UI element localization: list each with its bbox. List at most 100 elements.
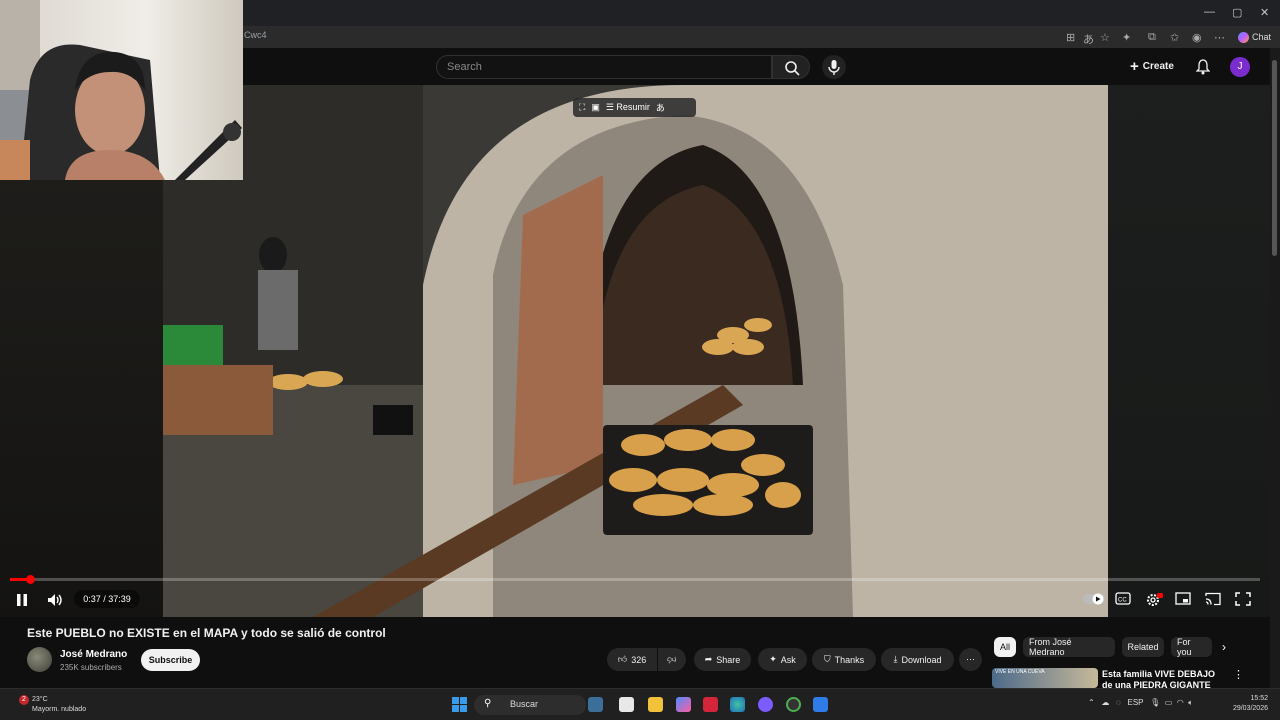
more-icon[interactable]: ⋯ (1214, 31, 1225, 44)
weather-widget[interactable]: 23°C Mayorm. nublado (32, 695, 86, 715)
mic-tray-icon: 🎙︎ (1150, 698, 1161, 707)
voice-search-button[interactable] (822, 55, 846, 79)
messenger-icon[interactable] (758, 697, 773, 712)
close-icon[interactable]: ✕ (1260, 6, 1269, 19)
chevron-right-icon[interactable]: › (1222, 640, 1226, 654)
channel-name[interactable]: José Medrano (60, 649, 127, 660)
translate-icon[interactable]: あ (656, 101, 665, 114)
settings-button[interactable] (1145, 592, 1163, 608)
video-frame[interactable] (163, 85, 1108, 617)
miniplayer-button[interactable] (1175, 592, 1191, 606)
captions-button[interactable]: CC (1115, 592, 1131, 606)
fullscreen-button[interactable] (1235, 592, 1251, 606)
volume-icon (48, 594, 62, 606)
search-button[interactable] (772, 55, 810, 79)
wps-icon[interactable] (703, 697, 718, 712)
start-button[interactable] (452, 697, 467, 712)
download-label: Download (901, 654, 942, 665)
more-icon: ⋯ (966, 654, 975, 664)
ask-button[interactable]: ✦ Ask (758, 648, 807, 671)
like-button[interactable]: 👍︎ 326 (607, 648, 657, 671)
progress-scrubber[interactable] (26, 575, 35, 584)
volume-button[interactable] (46, 592, 64, 608)
file-explorer-icon[interactable] (648, 697, 663, 712)
thanks-button[interactable]: ⛉ Thanks (812, 648, 876, 671)
share-button[interactable]: ➦ Share (694, 648, 751, 671)
chip-from-channel[interactable]: From José Medrano (1023, 637, 1115, 657)
miniplayer-icon (1175, 592, 1191, 605)
autoplay-toggle[interactable] (1083, 593, 1105, 605)
summarize-label: Resumir (616, 102, 650, 112)
chip-for-you[interactable]: For you (1171, 637, 1212, 657)
chrome-icon[interactable] (786, 697, 801, 712)
minimize-icon[interactable]: — (1204, 6, 1215, 18)
account-avatar[interactable]: J (1230, 57, 1250, 77)
thumbs-down-icon: 👍︎ (667, 655, 677, 665)
recommendation-more-icon[interactable]: ⋮ (1233, 668, 1244, 681)
scrollbar-thumb[interactable] (1272, 60, 1277, 256)
webcam-scene (0, 0, 242, 180)
player-overlay-toolbar: ⛶ ▣ ☰ Resumir あ (573, 98, 696, 117)
summarize-button[interactable]: ☰ Resumir (606, 102, 650, 113)
edge-icon[interactable] (730, 697, 745, 712)
time-display: 0:37 / 37:39 (74, 590, 140, 608)
extensions-icon[interactable]: ✦ (1122, 31, 1131, 44)
star-icon[interactable]: ☆ (1100, 31, 1110, 44)
system-tray[interactable]: ⌃ ☁ ◌ ESP 🎙︎ ▭ ◠ 🔈︎ (1088, 698, 1193, 708)
search-input[interactable]: Search (436, 55, 772, 79)
fullscreen-icon (1235, 592, 1251, 606)
onedrive-icon: ☁ (1101, 698, 1110, 707)
split-screen-icon[interactable]: ⧉ (1148, 31, 1156, 44)
app-icon[interactable] (813, 697, 828, 712)
notifications-button[interactable] (1196, 59, 1210, 75)
capture-icon[interactable]: ▣ (591, 102, 600, 113)
subscribe-button[interactable]: Subscribe (141, 649, 200, 671)
microphone-icon (828, 60, 840, 75)
cast-icon (1205, 592, 1221, 606)
share-label: Share (716, 654, 741, 665)
thumbnail-text: VIVE EN UNA CUEVA (995, 669, 1045, 675)
create-button[interactable]: + Create (1130, 58, 1174, 75)
progress-bar[interactable] (10, 578, 1260, 581)
weather-desc: Mayorm. nublado (32, 706, 87, 713)
search-highlight-icon[interactable] (588, 697, 603, 712)
streamer-webcam (0, 0, 243, 180)
taskbar-search-icon: ⚲ (484, 698, 492, 709)
url-text[interactable]: Cwc4 (244, 30, 267, 40)
create-label: Create (1142, 61, 1174, 72)
pause-button[interactable] (14, 592, 30, 608)
subscriber-count: 235K subscribers (60, 663, 122, 672)
clock[interactable]: 15:52 29/03/2026 (1228, 694, 1268, 714)
recommendation-thumbnail[interactable]: VIVE EN UNA CUEVA (992, 668, 1098, 688)
gear-icon (1147, 593, 1163, 606)
thanks-label: Thanks (834, 654, 865, 665)
apps-icon[interactable]: ⊞ (1066, 31, 1075, 44)
more-actions-button[interactable]: ⋯ (959, 648, 982, 671)
captions-icon: CC (1115, 592, 1131, 605)
maximize-icon[interactable]: ▢ (1232, 6, 1242, 19)
profile-icon[interactable]: ◉ (1192, 31, 1202, 44)
chip-related[interactable]: Related (1122, 637, 1164, 657)
bread-oven-scene (163, 85, 1108, 617)
plus-icon: + (1130, 58, 1139, 75)
dislike-button[interactable]: 👍︎ (658, 648, 686, 671)
thanks-icon: ⛉ (823, 654, 831, 664)
copilot-chat-button[interactable]: Chat (1236, 29, 1276, 45)
channel-avatar[interactable] (27, 647, 52, 672)
language-indicator: ESP (1127, 698, 1144, 707)
translate-icon[interactable]: あ (1083, 31, 1094, 47)
wifi-icon: ◠ (1176, 698, 1184, 707)
download-button[interactable]: ⤓ Download (881, 648, 954, 671)
search-icon (785, 61, 800, 76)
cast-button[interactable] (1205, 592, 1221, 606)
recommendation-title[interactable]: Esta familia VIVE DEBAJO de una PIEDRA G… (1102, 669, 1224, 688)
chevron-up-icon: ⌃ (1088, 698, 1095, 707)
svg-text:CC: CC (1118, 598, 1127, 604)
copilot-app-icon[interactable] (676, 697, 691, 712)
speaker-icon: 🔈︎ (1188, 698, 1194, 707)
chip-all[interactable]: All (994, 637, 1016, 657)
favorites-icon[interactable]: ✩ (1170, 31, 1179, 44)
task-view-icon[interactable] (619, 697, 634, 712)
screenshot-icon[interactable]: ⛶ (579, 102, 585, 113)
sparkle-icon: ✦ (769, 654, 777, 664)
